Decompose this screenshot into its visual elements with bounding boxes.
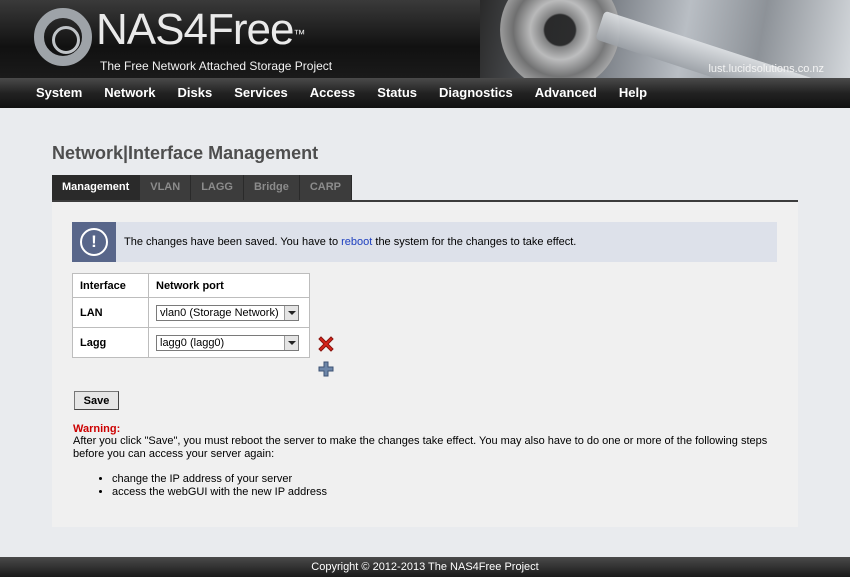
table-row: Lagg lagg0 (lagg0) — [72, 327, 310, 358]
nav-disks[interactable]: Disks — [167, 78, 224, 108]
dropdown-arrow-icon — [284, 305, 298, 320]
nav-help[interactable]: Help — [608, 78, 658, 108]
red-x-icon[interactable] — [316, 334, 336, 354]
table-header-row: Interface Network port — [72, 273, 310, 298]
warning-steps: change the IP address of your server acc… — [97, 473, 327, 499]
tab-bridge[interactable]: Bridge — [244, 175, 300, 200]
hostname: lust.lucidsolutions.co.nz — [708, 63, 824, 75]
header: NAS4Free™ The Free Network Attached Stor… — [0, 0, 850, 78]
tab-management[interactable]: Management — [52, 175, 141, 200]
interface-table: Interface Network port LAN vlan0 (Storag… — [72, 273, 310, 358]
warning-text: After you click "Save", you must reboot … — [73, 435, 768, 460]
tab-vlan[interactable]: VLAN — [140, 175, 192, 200]
tab-bar: Management VLAN LAGG Bridge CARP — [52, 175, 352, 200]
nav-access[interactable]: Access — [299, 78, 367, 108]
save-notice: ! The changes have been saved. You have … — [72, 222, 777, 262]
list-item: change the IP address of your server — [112, 473, 327, 486]
tagline: The Free Network Attached Storage Projec… — [100, 59, 333, 73]
nav-advanced[interactable]: Advanced — [524, 78, 608, 108]
nav-status[interactable]: Status — [366, 78, 428, 108]
tab-carp[interactable]: CARP — [300, 175, 352, 200]
trademark: ™ — [293, 27, 305, 41]
column-header-network-port: Network port — [148, 273, 310, 298]
logo-text: NAS4Free™ — [96, 5, 305, 54]
logo-ring-icon — [34, 8, 92, 66]
nav-system[interactable]: System — [25, 78, 93, 108]
content-panel: ! The changes have been saved. You have … — [52, 200, 798, 527]
reboot-link[interactable]: reboot — [341, 236, 372, 248]
dropdown-arrow-icon — [284, 335, 298, 350]
interface-label-lan: LAN — [72, 297, 149, 328]
nav-diagnostics[interactable]: Diagnostics — [428, 78, 524, 108]
notice-icon-box: ! — [72, 222, 116, 262]
warning-title: Warning: — [73, 423, 121, 435]
page-title: Network|Interface Management — [52, 143, 319, 163]
column-header-interface: Interface — [72, 273, 149, 298]
notice-text: The changes have been saved. You have to… — [124, 236, 577, 248]
exclamation-icon: ! — [80, 228, 108, 256]
main-nav: System Network Disks Services Access Sta… — [0, 78, 850, 108]
lan-port-select[interactable]: vlan0 (Storage Network) — [156, 304, 299, 321]
table-row: LAN vlan0 (Storage Network) — [72, 297, 310, 328]
tab-lagg[interactable]: LAGG — [191, 175, 244, 200]
list-item: access the webGUI with the new IP addres… — [112, 486, 327, 499]
footer: Copyright © 2012-2013 The NAS4Free Proje… — [0, 557, 850, 577]
save-button[interactable]: Save — [74, 391, 119, 410]
nav-services[interactable]: Services — [223, 78, 299, 108]
interface-label-lagg: Lagg — [72, 327, 149, 358]
plus-icon[interactable] — [316, 359, 336, 379]
nav-network[interactable]: Network — [93, 78, 166, 108]
lagg-port-select[interactable]: lagg0 (lagg0) — [156, 334, 299, 351]
